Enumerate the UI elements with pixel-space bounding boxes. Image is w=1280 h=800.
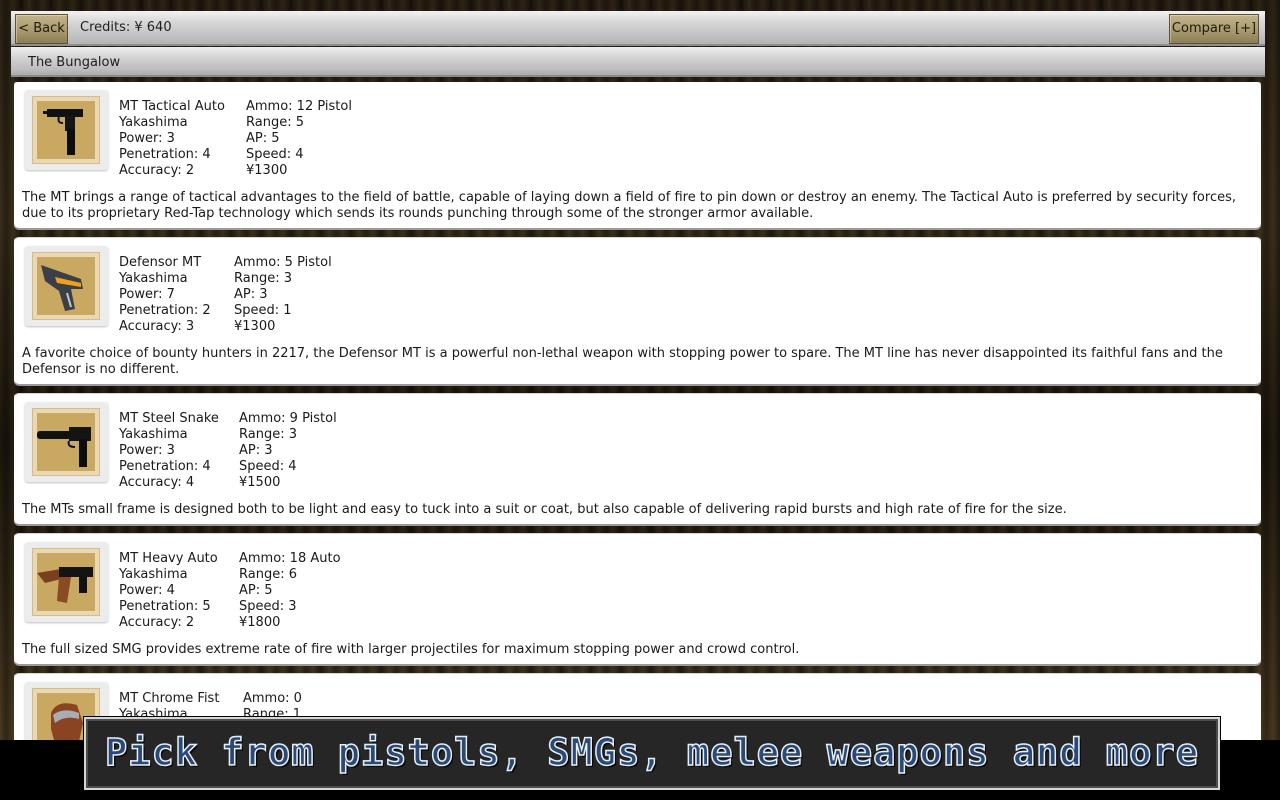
weapon-speed: Speed: 4	[246, 147, 304, 162]
location-title: The Bungalow	[28, 55, 121, 70]
location-bar: The Bungalow	[11, 47, 1265, 77]
weapon-stats-secondary: Ammo: 5 Pistol Range: 3 AP: 3 Speed: 1 ¥…	[234, 255, 332, 335]
weapon-penetration: Penetration: 5	[119, 599, 211, 614]
weapon-thumbnail	[25, 246, 108, 326]
weapon-accuracy: Accuracy: 2	[119, 163, 195, 178]
credits-display: Credits: ¥ 640	[80, 20, 172, 35]
weapon-range: Range: 5	[246, 115, 304, 130]
weapon-stats-secondary: Ammo: 18 Auto Range: 6 AP: 5 Speed: 3 ¥1…	[239, 551, 341, 631]
weapon-power: Power: 4	[119, 583, 175, 598]
weapon-power: Power: 3	[119, 443, 175, 458]
weapon-description: The full sized SMG provides extreme rate…	[22, 642, 800, 657]
weapon-thumbnail	[25, 90, 108, 170]
weapon-speed: Speed: 4	[239, 459, 297, 474]
weapon-ammo: Ammo: 12 Pistol	[246, 99, 352, 114]
weapon-range: Range: 3	[234, 271, 292, 286]
weapon-thumbnail	[25, 402, 108, 482]
back-button[interactable]: < Back	[15, 14, 68, 44]
weapon-card[interactable]: MT Tactical Auto Yakashima Power: 3 Pene…	[14, 82, 1261, 228]
weapon-price: ¥1500	[239, 475, 281, 490]
weapon-stats-secondary: Ammo: 12 Pistol Range: 5 AP: 5 Speed: 4 …	[246, 99, 352, 179]
weapon-ap: AP: 3	[234, 287, 268, 302]
weapon-name: MT Chrome Fist	[119, 691, 220, 706]
weapon-ammo: Ammo: 18 Auto	[239, 551, 341, 566]
weapon-name: Defensor MT	[119, 255, 202, 270]
weapon-description: The MTs small frame is designed both to …	[22, 502, 1067, 517]
weapon-name: MT Heavy Auto	[119, 551, 218, 566]
weapon-accuracy: Accuracy: 4	[119, 475, 195, 490]
weapon-penetration: Penetration: 2	[119, 303, 211, 318]
weapon-card[interactable]: MT Steel Snake Yakashima Power: 3 Penetr…	[14, 394, 1261, 524]
promo-banner-text: Pick from pistols, SMGs, melee weapons a…	[104, 730, 1199, 775]
weapon-name: MT Steel Snake	[119, 411, 219, 426]
promo-banner: Pick from pistols, SMGs, melee weapons a…	[84, 717, 1220, 790]
weapon-ammo: Ammo: 9 Pistol	[239, 411, 337, 426]
weapon-card[interactable]: Defensor MT Yakashima Power: 7 Penetrati…	[14, 238, 1261, 384]
weapon-range: Range: 6	[239, 567, 297, 582]
weapon-price: ¥1800	[239, 615, 281, 630]
weapon-ap: AP: 5	[246, 131, 280, 146]
weapon-power: Power: 3	[119, 131, 175, 146]
weapon-price: ¥1300	[234, 319, 276, 334]
weapon-stats-primary: MT Tactical Auto Yakashima Power: 3 Pene…	[119, 99, 225, 179]
weapon-accuracy: Accuracy: 3	[119, 319, 195, 334]
weapon-maker: Yakashima	[119, 115, 188, 130]
weapon-maker: Yakashima	[119, 271, 188, 286]
weapon-card[interactable]: MT Heavy Auto Yakashima Power: 4 Penetra…	[14, 534, 1261, 664]
weapon-list[interactable]: MT Tactical Auto Yakashima Power: 3 Pene…	[14, 82, 1261, 740]
weapon-power: Power: 7	[119, 287, 175, 302]
top-bar: < Back Credits: ¥ 640 Compare [+]	[11, 11, 1265, 46]
weapon-penetration: Penetration: 4	[119, 147, 211, 162]
weapon-thumbnail	[25, 542, 108, 622]
weapon-price: ¥1300	[246, 163, 288, 178]
weapon-name: MT Tactical Auto	[119, 99, 225, 114]
weapon-description: A favorite choice of bounty hunters in 2…	[22, 346, 1223, 377]
weapon-ap: AP: 5	[239, 583, 273, 598]
weapon-penetration: Penetration: 4	[119, 459, 211, 474]
assault-smg-icon	[37, 567, 93, 603]
weapon-speed: Speed: 1	[234, 303, 292, 318]
compare-button[interactable]: Compare [+]	[1169, 14, 1259, 44]
weapon-ammo: Ammo: 0	[243, 691, 302, 706]
stun-pistol-icon	[41, 265, 83, 311]
weapon-maker: Yakashima	[119, 567, 188, 582]
weapon-description: The MT brings a range of tactical advant…	[22, 190, 1236, 221]
silenced-smg-icon	[37, 427, 91, 467]
weapon-range: Range: 3	[239, 427, 297, 442]
weapon-stats-secondary: Ammo: 9 Pistol Range: 3 AP: 3 Speed: 4 ¥…	[239, 411, 337, 491]
weapon-stats-primary: Defensor MT Yakashima Power: 7 Penetrati…	[119, 255, 211, 335]
weapon-ammo: Ammo: 5 Pistol	[234, 255, 332, 270]
weapon-maker: Yakashima	[119, 427, 188, 442]
weapon-speed: Speed: 3	[239, 599, 297, 614]
weapon-accuracy: Accuracy: 2	[119, 615, 195, 630]
uzi-icon	[43, 109, 83, 155]
weapon-ap: AP: 3	[239, 443, 273, 458]
weapon-stats-primary: MT Heavy Auto Yakashima Power: 4 Penetra…	[119, 551, 218, 631]
weapon-stats-primary: MT Steel Snake Yakashima Power: 3 Penetr…	[119, 411, 219, 491]
